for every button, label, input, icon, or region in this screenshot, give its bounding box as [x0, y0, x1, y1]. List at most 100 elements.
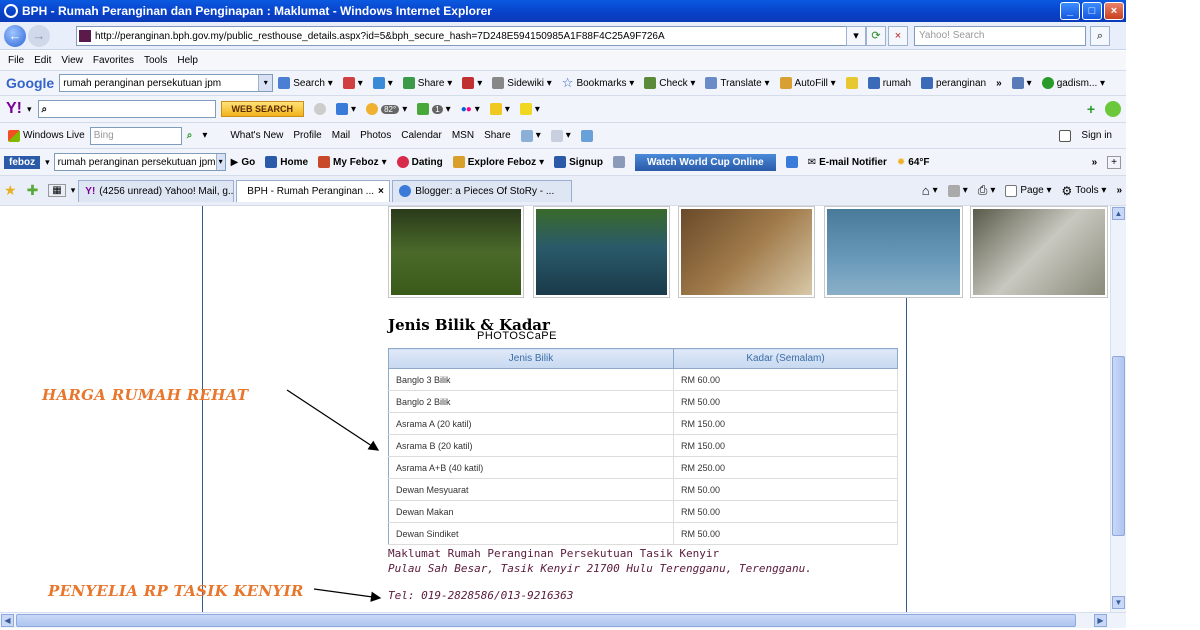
horizontal-scroll-thumb[interactable]: [16, 614, 1076, 627]
wl-mail[interactable]: Mail: [332, 130, 350, 141]
wl-photos[interactable]: Photos: [360, 130, 391, 141]
wl-clip-button[interactable]: ▾: [550, 129, 571, 142]
tab-blogger[interactable]: Blogger: a Pieces Of StoRy - ...: [392, 179, 573, 202]
messenger-button[interactable]: ▾: [489, 103, 510, 115]
chevron-down-icon[interactable]: ▾: [45, 157, 50, 168]
print-button[interactable]: ⎙ ▾: [978, 183, 996, 198]
scroll-down-button[interactable]: ▼: [1112, 596, 1125, 609]
page-menu-button[interactable]: Page ▾: [1005, 184, 1052, 197]
wl-calendar[interactable]: Calendar: [401, 130, 442, 141]
ebay-button[interactable]: ▾: [519, 103, 540, 115]
yahoo-updates-button[interactable]: 1 ▾: [417, 103, 451, 115]
google-add-button[interactable]: ▾: [372, 77, 393, 89]
feboz-home-button[interactable]: Home: [265, 156, 308, 168]
feboz-misc-icon[interactable]: [613, 156, 626, 168]
highlight-button[interactable]: [845, 77, 858, 89]
chevron-down-icon[interactable]: ▾: [202, 130, 207, 141]
scroll-up-button[interactable]: ▲: [1112, 207, 1125, 220]
yahoo-mail-button[interactable]: ▾: [336, 103, 356, 115]
feboz-signup-button[interactable]: Signup: [554, 156, 603, 168]
bing-search-icon[interactable]: ⌕: [187, 130, 193, 141]
email-notifier-button[interactable]: ✉ E-mail Notifier: [808, 157, 887, 168]
yahoo-search-input[interactable]: ⌕: [37, 100, 216, 118]
quick-tabs-icon[interactable]: ▦: [48, 184, 66, 197]
vertical-scrollbar[interactable]: ▲ ▼: [1110, 206, 1126, 612]
forward-button[interactable]: →: [28, 24, 50, 47]
google-bookmarks-button[interactable]: ☆ Bookmarks ▾: [562, 75, 634, 91]
menu-favorites[interactable]: Favorites: [93, 55, 134, 66]
yahoo-pencil-button[interactable]: [314, 103, 327, 115]
google-share-button[interactable]: Share ▾: [402, 77, 452, 89]
chevron-down-icon[interactable]: ▾: [215, 154, 225, 170]
feboz-apps-button[interactable]: [785, 156, 798, 168]
term-rumah[interactable]: rumah: [867, 77, 911, 89]
address-bar[interactable]: http://peranginan.bph.gov.my/public_rest…: [76, 26, 860, 46]
windows-live-button[interactable]: Windows Live: [8, 129, 85, 142]
more-chevron[interactable]: »: [1116, 185, 1122, 196]
chevron-down-icon[interactable]: ▾: [258, 75, 273, 91]
watch-world-cup-button[interactable]: Watch World Cup Online: [635, 153, 776, 171]
wl-whats-new[interactable]: What's New: [230, 130, 283, 141]
search-icon[interactable]: ⌕: [1090, 26, 1110, 46]
term-peranginan[interactable]: peranginan: [921, 77, 986, 89]
wl-msn[interactable]: MSN: [452, 130, 474, 141]
search-input[interactable]: Yahoo! Search: [914, 26, 1086, 46]
menu-tools[interactable]: Tools: [144, 55, 167, 66]
feboz-my-button[interactable]: My Feboz ▾: [318, 156, 387, 168]
google-tools[interactable]: ▾: [342, 77, 363, 89]
chevron-down-icon[interactable]: ▾: [27, 104, 32, 115]
wrench-button[interactable]: ▾: [1011, 77, 1032, 89]
google-search-input[interactable]: rumah peranginan persekutuan jpm ▾: [59, 74, 274, 92]
google-autofill-button[interactable]: AutoFill ▾: [779, 77, 836, 89]
vertical-scroll-thumb[interactable]: [1112, 356, 1125, 536]
flickr-button[interactable]: ● ● ▾: [461, 104, 480, 115]
add-button[interactable]: +: [1087, 101, 1095, 117]
favorites-star-icon[interactable]: ★: [4, 182, 17, 199]
close-tab-icon[interactable]: ×: [378, 186, 384, 197]
google-popup-button[interactable]: ▾: [462, 77, 482, 89]
close-button[interactable]: ×: [1104, 2, 1124, 20]
add-button[interactable]: +: [1107, 155, 1121, 169]
menu-edit[interactable]: Edit: [34, 55, 51, 66]
menu-view[interactable]: View: [61, 55, 83, 66]
google-check-button[interactable]: Check ▾: [644, 77, 695, 89]
address-dropdown-button[interactable]: ▾: [846, 26, 866, 46]
scroll-right-button[interactable]: ▶: [1094, 614, 1107, 627]
google-translate-button[interactable]: Translate ▾: [705, 77, 770, 89]
wl-share[interactable]: Share: [484, 130, 511, 141]
wl-edit-button[interactable]: ▾: [520, 129, 541, 142]
sign-in-link[interactable]: Sign in: [1081, 130, 1112, 141]
google-search-button[interactable]: Search ▾: [278, 77, 333, 89]
google-sidewiki-button[interactable]: Sidewiki ▾: [492, 77, 552, 89]
more-chevron[interactable]: »: [996, 78, 1002, 89]
feboz-go-button[interactable]: ▶ Go: [231, 157, 256, 168]
feboz-dating-button[interactable]: Dating: [396, 156, 443, 168]
wl-profile[interactable]: Profile: [293, 130, 321, 141]
back-button[interactable]: ←: [4, 24, 26, 47]
stop-icon[interactable]: ×: [888, 26, 908, 46]
menu-help[interactable]: Help: [177, 55, 198, 66]
menu-file[interactable]: File: [8, 55, 24, 66]
refresh-icon[interactable]: ⟳: [866, 26, 886, 46]
feboz-search-input[interactable]: rumah peranginan persekutuan jpm ▾: [53, 153, 226, 171]
maximize-button[interactable]: □: [1082, 2, 1102, 20]
bing-search-input[interactable]: Bing: [89, 126, 182, 145]
tab-bph[interactable]: BPH - Rumah Peranginan ... ×: [236, 179, 391, 202]
feboz-explore-button[interactable]: Explore Feboz ▾: [452, 156, 544, 168]
minimize-button[interactable]: _: [1060, 2, 1080, 20]
wl-people-button[interactable]: [580, 129, 593, 142]
feboz-logo[interactable]: feboz: [4, 155, 41, 169]
more-chevron[interactable]: »: [1092, 157, 1098, 168]
yahoo-settings-button[interactable]: [1105, 101, 1121, 117]
wl-checkbox[interactable]: [1059, 129, 1072, 142]
web-search-button[interactable]: WEB SEARCH: [220, 101, 305, 117]
tools-menu-button[interactable]: ⚙ Tools ▾: [1062, 184, 1107, 198]
weather-button[interactable]: ✹ 64°F: [897, 157, 930, 168]
add-favorite-icon[interactable]: ✚: [27, 182, 39, 199]
horizontal-scrollbar[interactable]: ◀ ▶: [0, 612, 1126, 628]
home-button[interactable]: ⌂ ▾: [922, 183, 938, 198]
scroll-left-button[interactable]: ◀: [1, 614, 14, 627]
feeds-button[interactable]: ▾: [947, 184, 968, 197]
chevron-down-icon[interactable]: ▾: [71, 185, 76, 196]
tab-yahoo-mail[interactable]: Y! (4256 unread) Yahoo! Mail, g...: [78, 179, 235, 202]
